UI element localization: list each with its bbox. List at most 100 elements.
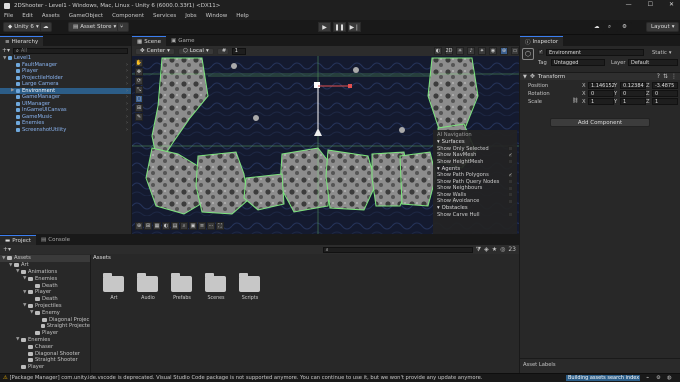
render-mode-icon[interactable]: ◐ [434,47,442,55]
add-icon[interactable]: +▾ [3,246,11,253]
link-icon[interactable]: ⛓ [572,98,579,104]
more-icon[interactable]: ⋮ [671,73,677,80]
settings-button[interactable]: ⚙ [620,22,632,32]
project-tree-item[interactable]: Player [0,330,90,337]
move-tool-icon[interactable]: ✥ [135,68,143,76]
menu-jobs[interactable]: Jobs [185,13,196,19]
project-tree-item[interactable]: ▼ Player [0,289,90,296]
step-button[interactable]: ▶❘ [348,22,361,32]
static-toggle[interactable]: Static ▾ [652,50,671,56]
transform-position-x-field[interactable]: 1.146152 [588,82,615,89]
rotate-icon[interactable]: ◐ [162,222,170,230]
nav-option-checkbox[interactable] [508,179,513,185]
project-tree-item[interactable]: Chaser [0,343,90,350]
status-message[interactable]: [Package Manager] com.unity.ide.vscode i… [10,375,570,381]
space-dropdown[interactable]: ⬡ Local ▾ [177,47,214,55]
minimize-button[interactable]: — [626,1,632,8]
fullscreen-icon[interactable]: ⛶ [216,222,224,230]
hand-tool-icon[interactable]: ✋ [135,59,143,67]
tab-game[interactable]: ▣ Game [166,36,200,46]
play-button[interactable]: ▶ [318,22,331,32]
project-tree-item[interactable]: ▼ Enemies [0,275,90,282]
transform-rotation-x-field[interactable]: 0 [588,90,614,97]
camera-icon[interactable]: ▭ [511,47,519,55]
scene-viewport[interactable]: ✋ ✥ ⟳ ⤡ ▢ ⊞ ✎ ⊕ ⊞ ▦ ◐ ▤ ⌕ ▣ ≡ ⋯ ⛶ AI Nav… [132,56,519,234]
transform-scale-z-field[interactable]: 1 [652,98,678,105]
nav-option-checkbox[interactable] [508,146,513,152]
project-tree-item[interactable]: Player [0,364,90,371]
add-component-button[interactable]: Add Component [550,118,650,127]
layout-dropdown[interactable]: Layout ▾ [646,22,680,32]
project-tree-item[interactable]: ▼ Enemy [0,309,90,316]
nav-option-checkbox[interactable]: ✓ [508,172,513,178]
nav-section-header[interactable]: ▾ Surfaces [437,139,513,146]
preset-icon[interactable]: ⇅ [663,73,668,80]
nav-section-header[interactable]: ▾ Agents [437,165,513,172]
2d-toggle-icon[interactable]: 2D [445,47,453,55]
tab-inspector[interactable]: ⓘ Inspector [520,36,564,46]
transform-rotation-z-field[interactable]: 0 [652,90,678,97]
chevron-right-icon[interactable]: › [126,114,128,120]
menu-edit[interactable]: Edit [22,13,33,19]
hierarchy-item[interactable]: ScreenshotUtility › [0,127,131,134]
cloud-services-button[interactable]: ☁ [592,22,604,32]
tab-project[interactable]: ▬ Project [0,235,37,245]
maximize-button[interactable]: ☐ [648,1,653,8]
view-icon[interactable]: ▤ [171,222,179,230]
nav-option-checkbox[interactable] [508,212,513,218]
gizmo-x-handle[interactable] [348,84,352,88]
filter-icon[interactable]: ⧩ [476,246,481,254]
project-search-input[interactable]: ⌕ [322,246,473,253]
project-tree-item[interactable]: ▼ Art [0,262,90,269]
nav-option-checkbox[interactable] [508,192,513,198]
transform-header[interactable]: ▼ ✥ Transform ? ⇅ ⋮ [520,72,680,80]
grid-toggle[interactable]: # [216,47,229,55]
pivot-dropdown[interactable]: ✥ Center ▾ [135,47,175,55]
project-tree-item[interactable]: Death [0,296,90,303]
menu-gameobject[interactable]: GameObject [69,13,103,19]
close-button[interactable]: ✕ [669,1,674,8]
selected-object-handle[interactable] [314,82,320,88]
asset-folder[interactable]: Prefabs [171,273,193,301]
nav-option-checkbox[interactable] [508,198,513,204]
pan-icon[interactable]: ▦ [153,222,161,230]
menu-services[interactable]: Services [153,13,176,19]
scale-tool-icon[interactable]: ⤡ [135,86,143,94]
menu-component[interactable]: Component [112,13,144,19]
nav-option-checkbox[interactable] [508,159,513,165]
notification-icon[interactable]: ◍ [667,375,672,381]
layers-icon[interactable]: ≡ [198,222,206,230]
asset-folder[interactable]: Scripts [239,273,261,301]
label-icon[interactable]: ◈ [484,246,489,253]
chevron-right-icon[interactable]: › [126,68,128,74]
options-icon[interactable]: ⋯ [207,222,215,230]
snap-icon[interactable]: ⊞ [144,222,152,230]
menu-window[interactable]: Window [206,13,228,19]
transform-tool-icon[interactable]: ⊞ [135,104,143,112]
chevron-right-icon[interactable]: › [126,127,128,133]
favorite-icon[interactable]: ★ [492,246,497,253]
project-tree-item[interactable]: Straight Shooter [0,357,90,364]
transform-scale-x-field[interactable]: 1 [588,98,614,105]
pause-button[interactable]: ❚❚ [333,22,346,32]
tab-hierarchy[interactable]: ≡ Hierarchy [0,36,44,46]
asset-folder[interactable]: Audio [137,273,159,301]
nav-option-checkbox[interactable]: ✓ [508,152,513,158]
effects-icon[interactable]: ✦ [478,47,486,55]
chevron-right-icon[interactable]: › [126,88,128,94]
nav-section-header[interactable]: ▾ Obstacles [437,205,513,212]
asset-store-button[interactable]: ▤ Asset Store ▾ [68,22,122,32]
light-icon[interactable]: ☀ [456,47,464,55]
grid-snap-input[interactable]: 1 [231,47,246,55]
frame-icon[interactable]: ▣ [189,222,197,230]
eye-icon[interactable]: ◎ [500,246,505,253]
chevron-right-icon[interactable]: › [126,94,128,100]
project-tree-item[interactable]: Diagonal Shooter [0,350,90,357]
add-icon[interactable]: +▾ [2,47,10,54]
transform-rotation-y-field[interactable]: 0 [620,90,646,97]
rotate-tool-icon[interactable]: ⟳ [135,77,143,85]
source-control-button[interactable]: ⑂ [117,22,129,32]
chevron-right-icon[interactable]: › [126,120,128,126]
project-tree-item[interactable]: Straight Projecte [0,323,90,330]
custom-tool-icon[interactable]: ✎ [135,113,143,121]
